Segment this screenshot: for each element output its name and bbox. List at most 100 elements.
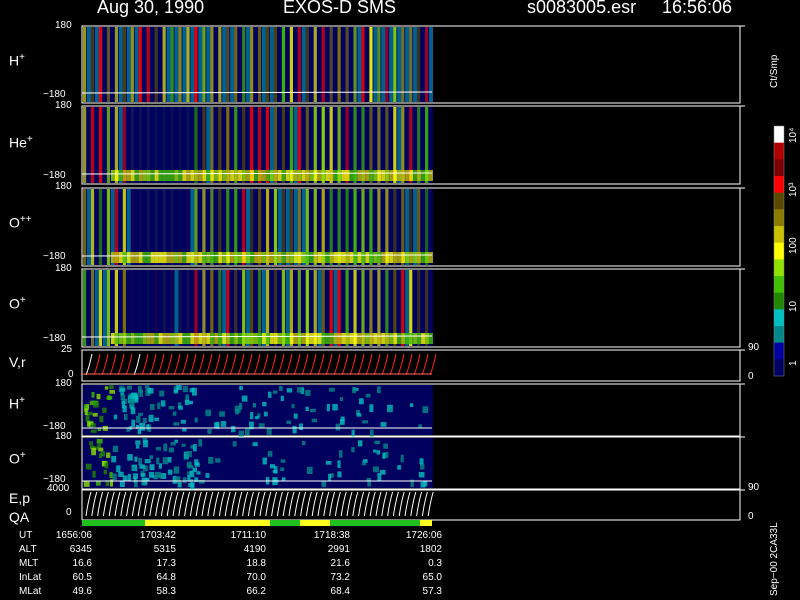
spectrogram-band [246, 333, 251, 344]
spectrogram-band [377, 252, 382, 263]
energy-trace [160, 491, 167, 517]
spectrogram-cell [194, 417, 198, 423]
right-y-tick-bottom: 0 [748, 511, 754, 522]
spectrogram-streak [83, 270, 87, 346]
energy-trace [282, 491, 289, 517]
spectrogram-band [186, 170, 191, 181]
spectrogram-band [361, 333, 366, 344]
spectrogram-cell [154, 417, 159, 422]
spectrogram-band [293, 170, 298, 181]
spectrogram-band [385, 170, 390, 181]
spectrogram-cell [297, 387, 304, 393]
spectrogram-band [417, 333, 422, 344]
spectrogram-cell [140, 473, 146, 477]
spectrogram-band [110, 170, 115, 181]
energy-trace [276, 491, 283, 517]
spectrogram-cell [263, 411, 268, 417]
footer-value: 2991 [327, 544, 350, 555]
colorbar-segment [774, 142, 784, 160]
velocity-trace [237, 353, 245, 376]
spectrogram-cell [239, 385, 243, 391]
spectrogram-band [130, 333, 135, 344]
spectrogram-streak [258, 27, 262, 102]
spectrogram-cell [112, 445, 119, 453]
spectrogram-cell [310, 408, 316, 413]
spectrogram-band [393, 170, 398, 181]
spectrogram-band [337, 252, 342, 263]
spectrogram-band [313, 252, 318, 263]
footer-value: 66.2 [246, 586, 266, 597]
spectrogram-cell [422, 406, 429, 414]
y-tick-bottom: 0 [66, 507, 72, 518]
footer-value: 21.6 [330, 558, 350, 569]
colorbar-tick: 10 [788, 300, 799, 312]
spectrogram-band [190, 252, 195, 263]
panel-label-qa: QA [9, 509, 30, 525]
spectrogram-band [150, 170, 155, 181]
spectrogram-band [242, 333, 247, 344]
energy-trace [387, 491, 394, 517]
spectrogram-band [182, 333, 187, 344]
spectrogram-band [142, 252, 147, 263]
spectrogram-band [122, 170, 127, 181]
spectrogram-band [178, 170, 183, 181]
spectrogram-band [202, 170, 207, 181]
spectrogram-cell [154, 471, 161, 478]
spectrogram-cell [280, 459, 286, 463]
spectrogram-cell [146, 424, 150, 430]
spectrogram-band [345, 170, 350, 181]
energy-trace [247, 491, 254, 517]
footer-value: 64.8 [156, 572, 176, 583]
spectrogram-band [146, 170, 151, 181]
spectrogram-streak [83, 107, 87, 183]
spectrogram-band [385, 252, 390, 263]
spectrogram-cell [178, 405, 183, 410]
spectrogram-cell [160, 400, 166, 407]
footer-value: 68.4 [330, 586, 350, 597]
spectrogram-band [198, 333, 203, 344]
spectrogram-band [301, 333, 306, 344]
energy-trace [329, 491, 336, 517]
spectrogram-band [110, 252, 115, 263]
velocity-trace [381, 353, 389, 376]
spectrogram-cell [93, 401, 99, 408]
velocity-trace [389, 353, 397, 376]
energy-trace [189, 491, 196, 517]
spectrogram-band [150, 333, 155, 344]
spectrogram-cell [182, 385, 188, 393]
spectrogram-cell [91, 391, 95, 398]
spectrogram-band [210, 170, 215, 181]
energy-trace [236, 491, 243, 517]
energy-trace [259, 491, 266, 517]
spectrogram-band [297, 252, 302, 263]
spectrogram-cell [167, 469, 173, 475]
spectrogram-streak [178, 27, 182, 102]
footer-value: 17.3 [156, 558, 176, 569]
footer-value: 18.8 [246, 558, 266, 569]
footer-value: 6345 [69, 544, 92, 555]
footer-value: 57.3 [422, 586, 442, 597]
colorbar-segment [774, 209, 784, 227]
spectrogram-band [309, 252, 314, 263]
spectrogram-cell [119, 387, 126, 392]
panel-label-he-plus: He+ [9, 134, 33, 151]
spectrogram-band [230, 170, 235, 181]
energy-trace [294, 491, 301, 517]
spectrogram-cell [163, 443, 168, 452]
spectrogram-streak [313, 27, 317, 102]
spectrogram-band [421, 333, 426, 344]
spectrogram-cell [262, 457, 267, 465]
spectrogram-streak [98, 107, 103, 183]
spectrogram-streak [345, 27, 349, 102]
velocity-trace [181, 353, 189, 376]
colorbar-segment [774, 342, 784, 360]
velocity-trace [221, 353, 229, 376]
velocity-trace [261, 353, 269, 376]
spectrogram-cell [419, 458, 424, 465]
velocity-trace [293, 353, 301, 376]
spectrogram-band [234, 170, 239, 181]
spectrogram-streak [122, 27, 126, 102]
energy-trace [102, 491, 109, 517]
spectrogram-band [389, 252, 394, 263]
spectrogram-fill [405, 27, 410, 102]
